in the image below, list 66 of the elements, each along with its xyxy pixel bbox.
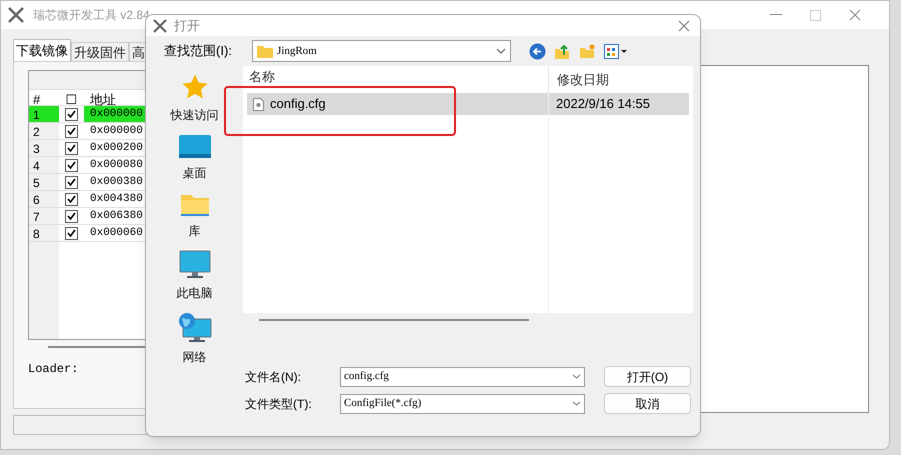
- row-number: 4: [29, 157, 59, 173]
- checkbox[interactable]: [65, 226, 78, 240]
- table-cell-text: 0x000000: [89, 124, 143, 139]
- chevron-down-icon: [572, 374, 581, 379]
- table-cell-text: 0x006380: [89, 209, 143, 224]
- file-icon: [253, 98, 264, 110]
- view-menu-icon[interactable]: [604, 44, 628, 59]
- up-folder-icon[interactable]: [554, 42, 571, 60]
- close-icon[interactable]: [849, 9, 861, 21]
- row-number: 3: [29, 140, 59, 156]
- checkbox[interactable]: [65, 210, 78, 222]
- file-name-field[interactable]: config.cfg: [340, 366, 585, 386]
- table-cell-text: 0x000200: [89, 141, 143, 156]
- checkbox[interactable]: [65, 158, 78, 172]
- column-header: 地址: [89, 91, 116, 105]
- column-header: ☐: [64, 91, 78, 105]
- row-number: 1: [29, 106, 59, 122]
- folder-icon: [257, 44, 273, 58]
- desktop-icon: [178, 134, 212, 160]
- dialog-button[interactable]: 打开(O): [604, 366, 691, 387]
- look-in-dropdown[interactable]: JingRom: [252, 40, 511, 62]
- place-item[interactable]: 网络: [178, 312, 212, 366]
- folder-icon: [180, 192, 210, 218]
- place-item[interactable]: 快速访问: [170, 72, 218, 124]
- tools-icon: [152, 18, 168, 34]
- table-cell-text: 0x000080: [89, 158, 143, 173]
- checkbox[interactable]: [65, 142, 78, 154]
- place-item[interactable]: 此电脑: [176, 250, 212, 302]
- close-icon[interactable]: [678, 20, 690, 32]
- field-label: 文件类型(T):: [245, 396, 313, 412]
- tab[interactable]: 下载镜像: [13, 39, 71, 61]
- window-title: 瑞芯微开发工具 v2.84: [33, 7, 150, 24]
- loader-label: Loader:: [28, 361, 78, 378]
- network-icon: [178, 312, 212, 344]
- tools-icon: [7, 6, 25, 24]
- place-item[interactable]: 桌面: [178, 134, 212, 182]
- checkbox[interactable]: [65, 176, 78, 188]
- file-date: 2022/9/16 14:55: [555, 95, 650, 114]
- checkbox[interactable]: [65, 108, 78, 120]
- chevron-down-icon: [572, 401, 581, 406]
- checkbox[interactable]: [65, 192, 78, 206]
- dialog-button[interactable]: 取消: [604, 393, 691, 414]
- back-icon[interactable]: [529, 42, 546, 60]
- minimize-icon[interactable]: [770, 14, 782, 16]
- row-number: 7: [29, 208, 59, 224]
- row-number: 5: [29, 174, 59, 190]
- field-label: 文件名(N):: [245, 368, 302, 386]
- column-header[interactable]: 名称: [243, 67, 548, 86]
- file-name: config.cfg: [270, 95, 326, 114]
- checkbox[interactable]: [65, 124, 78, 138]
- file-type-dropdown[interactable]: ConfigFile(*.cfg): [340, 394, 585, 414]
- place-item[interactable]: 库: [180, 192, 210, 240]
- dialog-title: 打开: [174, 16, 200, 35]
- row-number: 2: [29, 123, 59, 139]
- column-header: #: [32, 91, 42, 105]
- tab[interactable]: 升级固件: [71, 42, 129, 61]
- table-cell-text: 0x000380: [89, 175, 143, 190]
- table-cell-text: 0x000060: [89, 226, 143, 241]
- file-row[interactable]: config.cfg 2022/9/16 14:55: [247, 93, 689, 115]
- monitor-icon: [178, 250, 210, 280]
- chevron-down-icon: [496, 48, 506, 54]
- look-in-label: 查找范围(I):: [164, 42, 233, 60]
- dropdown-value: JingRom: [277, 44, 317, 59]
- table-cell-text: 0x004380: [89, 192, 143, 207]
- row-number: 6: [29, 191, 59, 207]
- row-number: 8: [29, 225, 59, 241]
